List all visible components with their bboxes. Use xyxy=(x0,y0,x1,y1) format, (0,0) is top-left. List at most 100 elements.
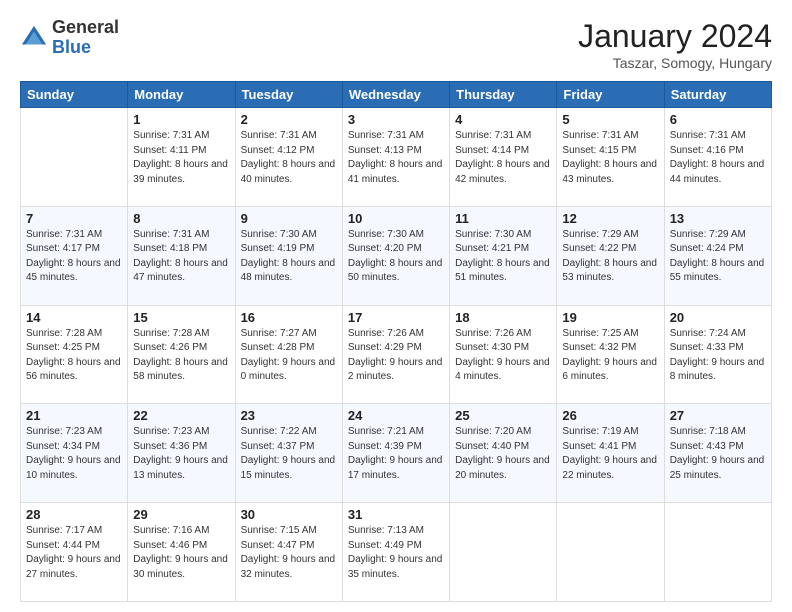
day-number: 20 xyxy=(670,310,766,325)
logo-blue-text: Blue xyxy=(52,38,119,58)
calendar-cell: 4Sunrise: 7:31 AMSunset: 4:14 PMDaylight… xyxy=(450,108,557,207)
day-number: 29 xyxy=(133,507,229,522)
day-info: Sunrise: 7:27 AMSunset: 4:28 PMDaylight:… xyxy=(241,327,337,385)
day-info: Sunrise: 7:28 AMSunset: 4:26 PMDaylight:… xyxy=(133,327,229,385)
calendar-col-thursday: Thursday xyxy=(450,82,557,108)
day-number: 2 xyxy=(241,112,337,127)
day-number: 28 xyxy=(26,507,122,522)
calendar-cell: 20 Sunrise: 7:24 AMSunset: 4:33 PMDayligh… xyxy=(664,305,771,404)
day-info: Sunrise: 7:17 AMSunset: 4:44 PMDaylight:… xyxy=(26,524,122,582)
calendar-week-3: 14 Sunrise: 7:28 AMSunset: 4:25 PMDayligh… xyxy=(21,305,772,404)
day-info: Sunrise: 7:30 AMSunset: 4:20 PMDaylight:… xyxy=(348,228,444,286)
day-number: 15 xyxy=(133,310,229,325)
day-number: 1 xyxy=(133,112,229,127)
day-info: Sunrise: 7:25 AMSunset: 4:32 PMDaylight:… xyxy=(562,327,658,385)
day-info: Sunrise: 7:15 AMSunset: 4:47 PMDaylight:… xyxy=(241,524,337,582)
day-number: 18 xyxy=(455,310,551,325)
calendar-week-4: 21Sunrise: 7:23 AMSunset: 4:34 PMDayligh… xyxy=(21,404,772,503)
calendar-week-2: 7 Sunrise: 7:31 AMSunset: 4:17 PMDaylight… xyxy=(21,206,772,305)
calendar-cell: 23 Sunrise: 7:22 AMSunset: 4:37 PMDayligh… xyxy=(235,404,342,503)
day-info: Sunrise: 7:21 AMSunset: 4:39 PMDaylight:… xyxy=(348,425,444,483)
calendar-week-1: 1 Sunrise: 7:31 AMSunset: 4:11 PMDaylight… xyxy=(21,108,772,207)
calendar-cell: 3 Sunrise: 7:31 AMSunset: 4:13 PMDaylight… xyxy=(342,108,449,207)
day-info: Sunrise: 7:30 AMSunset: 4:21 PMDaylight:… xyxy=(455,228,551,286)
logo-icon xyxy=(20,24,48,52)
day-number: 19 xyxy=(562,310,658,325)
day-info: Sunrise: 7:22 AMSunset: 4:37 PMDaylight:… xyxy=(241,425,337,483)
calendar-cell: 24 Sunrise: 7:21 AMSunset: 4:39 PMDayligh… xyxy=(342,404,449,503)
day-info: Sunrise: 7:26 AMSunset: 4:30 PMDaylight:… xyxy=(455,327,551,385)
day-number: 17 xyxy=(348,310,444,325)
day-number: 3 xyxy=(348,112,444,127)
subtitle: Taszar, Somogy, Hungary xyxy=(578,55,772,71)
logo-general-text: General xyxy=(52,18,119,38)
calendar-cell: 19 Sunrise: 7:25 AMSunset: 4:32 PMDayligh… xyxy=(557,305,664,404)
calendar-cell: 6Sunrise: 7:31 AMSunset: 4:16 PMDaylight… xyxy=(664,108,771,207)
calendar-cell: 15 Sunrise: 7:28 AMSunset: 4:26 PMDayligh… xyxy=(128,305,235,404)
day-info: Sunrise: 7:16 AMSunset: 4:46 PMDaylight:… xyxy=(133,524,229,582)
main-title: January 2024 xyxy=(578,18,772,55)
calendar-cell: 2 Sunrise: 7:31 AMSunset: 4:12 PMDaylight… xyxy=(235,108,342,207)
calendar-col-wednesday: Wednesday xyxy=(342,82,449,108)
day-info: Sunrise: 7:31 AMSunset: 4:15 PMDaylight:… xyxy=(562,129,658,187)
day-info: Sunrise: 7:31 AMSunset: 4:11 PMDaylight:… xyxy=(133,129,229,187)
day-number: 6 xyxy=(670,112,766,127)
day-number: 5 xyxy=(562,112,658,127)
calendar-table: SundayMondayTuesdayWednesdayThursdayFrid… xyxy=(20,81,772,602)
calendar-cell: 13 Sunrise: 7:29 AMSunset: 4:24 PMDayligh… xyxy=(664,206,771,305)
day-number: 26 xyxy=(562,408,658,423)
day-info: Sunrise: 7:24 AMSunset: 4:33 PMDaylight:… xyxy=(670,327,766,385)
logo-text: General Blue xyxy=(52,18,119,58)
day-info: Sunrise: 7:29 AMSunset: 4:24 PMDaylight:… xyxy=(670,228,766,286)
calendar-cell: 5 Sunrise: 7:31 AMSunset: 4:15 PMDaylight… xyxy=(557,108,664,207)
page: General Blue January 2024 Taszar, Somogy… xyxy=(0,0,792,612)
day-number: 11 xyxy=(455,211,551,226)
day-info: Sunrise: 7:19 AMSunset: 4:41 PMDaylight:… xyxy=(562,425,658,483)
calendar-cell: 16 Sunrise: 7:27 AMSunset: 4:28 PMDayligh… xyxy=(235,305,342,404)
day-number: 13 xyxy=(670,211,766,226)
calendar-cell xyxy=(21,108,128,207)
day-number: 31 xyxy=(348,507,444,522)
calendar-cell: 18 Sunrise: 7:26 AMSunset: 4:30 PMDayligh… xyxy=(450,305,557,404)
day-number: 14 xyxy=(26,310,122,325)
day-info: Sunrise: 7:28 AMSunset: 4:25 PMDaylight:… xyxy=(26,327,122,385)
title-section: January 2024 Taszar, Somogy, Hungary xyxy=(578,18,772,71)
day-info: Sunrise: 7:23 AMSunset: 4:36 PMDaylight:… xyxy=(133,425,229,483)
day-info: Sunrise: 7:26 AMSunset: 4:29 PMDaylight:… xyxy=(348,327,444,385)
day-info: Sunrise: 7:29 AMSunset: 4:22 PMDaylight:… xyxy=(562,228,658,286)
calendar-week-5: 28 Sunrise: 7:17 AMSunset: 4:44 PMDayligh… xyxy=(21,503,772,602)
calendar-cell: 31 Sunrise: 7:13 AMSunset: 4:49 PMDayligh… xyxy=(342,503,449,602)
day-number: 25 xyxy=(455,408,551,423)
calendar-cell: 1 Sunrise: 7:31 AMSunset: 4:11 PMDaylight… xyxy=(128,108,235,207)
day-info: Sunrise: 7:18 AMSunset: 4:43 PMDaylight:… xyxy=(670,425,766,483)
calendar-header-row: SundayMondayTuesdayWednesdayThursdayFrid… xyxy=(21,82,772,108)
calendar-cell: 17 Sunrise: 7:26 AMSunset: 4:29 PMDayligh… xyxy=(342,305,449,404)
day-number: 4 xyxy=(455,112,551,127)
day-info: Sunrise: 7:13 AMSunset: 4:49 PMDaylight:… xyxy=(348,524,444,582)
calendar-col-saturday: Saturday xyxy=(664,82,771,108)
day-info: Sunrise: 7:31 AMSunset: 4:13 PMDaylight:… xyxy=(348,129,444,187)
header: General Blue January 2024 Taszar, Somogy… xyxy=(20,18,772,71)
day-info: Sunrise: 7:31 AMSunset: 4:12 PMDaylight:… xyxy=(241,129,337,187)
day-number: 7 xyxy=(26,211,122,226)
day-number: 24 xyxy=(348,408,444,423)
calendar-cell xyxy=(664,503,771,602)
logo: General Blue xyxy=(20,18,119,58)
day-number: 23 xyxy=(241,408,337,423)
calendar-cell: 26 Sunrise: 7:19 AMSunset: 4:41 PMDayligh… xyxy=(557,404,664,503)
day-info: Sunrise: 7:23 AMSunset: 4:34 PMDaylight:… xyxy=(26,425,122,483)
calendar-col-sunday: Sunday xyxy=(21,82,128,108)
calendar-cell: 30Sunrise: 7:15 AMSunset: 4:47 PMDayligh… xyxy=(235,503,342,602)
day-info: Sunrise: 7:31 AMSunset: 4:17 PMDaylight:… xyxy=(26,228,122,286)
calendar-cell xyxy=(450,503,557,602)
calendar-cell: 21Sunrise: 7:23 AMSunset: 4:34 PMDayligh… xyxy=(21,404,128,503)
day-info: Sunrise: 7:30 AMSunset: 4:19 PMDaylight:… xyxy=(241,228,337,286)
calendar-cell: 7 Sunrise: 7:31 AMSunset: 4:17 PMDaylight… xyxy=(21,206,128,305)
calendar-cell xyxy=(557,503,664,602)
day-info: Sunrise: 7:20 AMSunset: 4:40 PMDaylight:… xyxy=(455,425,551,483)
day-number: 16 xyxy=(241,310,337,325)
day-number: 9 xyxy=(241,211,337,226)
calendar-col-tuesday: Tuesday xyxy=(235,82,342,108)
calendar-cell: 22 Sunrise: 7:23 AMSunset: 4:36 PMDayligh… xyxy=(128,404,235,503)
day-number: 22 xyxy=(133,408,229,423)
